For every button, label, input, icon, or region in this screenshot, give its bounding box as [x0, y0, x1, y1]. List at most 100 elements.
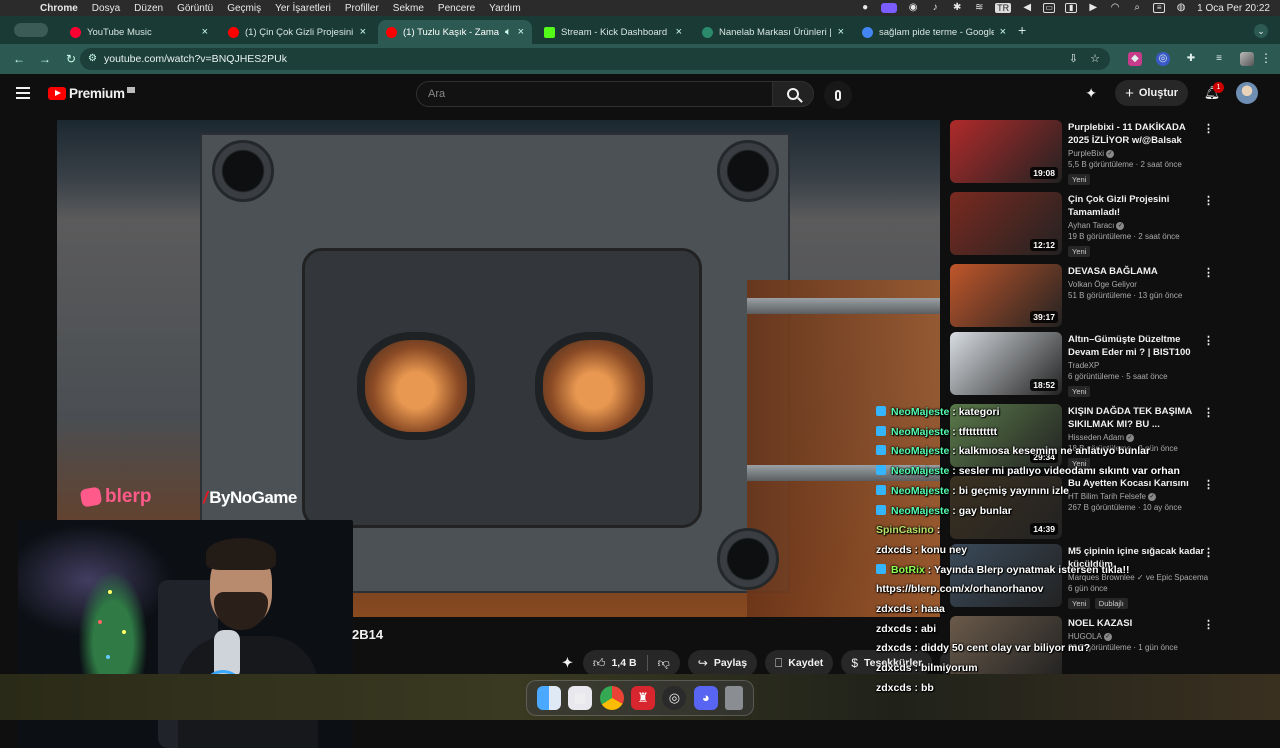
tab-group-toggle[interactable]	[14, 23, 48, 37]
new-tab-button[interactable]: +	[1018, 22, 1026, 38]
gemini-icon[interactable]: ✦	[1081, 85, 1101, 102]
menu-file[interactable]: Dosya	[92, 3, 120, 14]
playback-icon[interactable]: ▶	[1087, 3, 1099, 13]
menu-app-name[interactable]: Chrome	[40, 3, 78, 14]
extensions-puzzle-icon[interactable]: ✚	[1184, 52, 1198, 66]
chat-text: :	[936, 524, 941, 537]
search-button[interactable]	[772, 81, 814, 107]
recommended-video[interactable]: 18:52 Altın–Gümüşte Düzeltme Devam Eder m…	[950, 332, 1230, 398]
video-title[interactable]: DEVASA BAĞLAMA	[1068, 265, 1208, 278]
volume-icon[interactable]: ◀	[1021, 3, 1033, 13]
video-thumbnail[interactable]: 19:08	[950, 120, 1062, 183]
launchpad-icon[interactable]: ▦	[568, 686, 593, 710]
chrome-icon[interactable]	[599, 686, 624, 710]
close-tab-icon[interactable]: ×	[676, 26, 682, 38]
like-count[interactable]: 1,4 B	[611, 657, 636, 669]
more-options-icon[interactable]: ⋮	[1203, 266, 1214, 279]
music-icon[interactable]: ♪	[929, 3, 941, 13]
hamburger-menu-icon[interactable]	[16, 87, 30, 99]
channel-name[interactable]: PurpleBixi	[1068, 149, 1104, 158]
like-icon[interactable]: 👍︎	[593, 656, 606, 671]
speaker-icon[interactable]: 🔈︎	[505, 26, 512, 39]
recommended-video[interactable]: 39:17 DEVASA BAĞLAMA Volkan Öge Geliyor 51 …	[950, 264, 1230, 330]
clock[interactable]: 1 Oca Per 20:22	[1197, 3, 1270, 14]
trash-icon[interactable]	[725, 686, 744, 710]
chat-message: NeoMajeste : kategori	[876, 406, 1000, 418]
share-button[interactable]: ↪ Paylaş	[687, 650, 758, 676]
record-dot-icon[interactable]: ●	[859, 3, 871, 13]
kick-badge-icon	[876, 504, 886, 515]
bookmark-star-icon[interactable]: ☆	[1090, 52, 1100, 65]
video-thumbnail[interactable]: 18:52	[950, 332, 1062, 395]
status-icon[interactable]: ◉	[907, 3, 919, 13]
display-icon[interactable]: ▭	[1043, 3, 1056, 13]
control-center-icon[interactable]: ≡	[1153, 3, 1166, 13]
menu-profiles[interactable]: Profiller	[345, 3, 379, 14]
obs-icon[interactable]: ◎	[662, 686, 687, 710]
channel-name[interactable]: Volkan Öge Geliyor	[1068, 280, 1137, 289]
channel-name[interactable]: Ayhan Taracı	[1068, 221, 1114, 230]
account-avatar[interactable]	[1236, 82, 1258, 104]
close-tab-icon[interactable]: ×	[518, 26, 524, 38]
close-tab-icon[interactable]: ×	[360, 26, 366, 38]
video-title[interactable]: Çin Çok Gizli Projesini Tamamladı!	[1068, 193, 1208, 219]
profile-avatar[interactable]	[1240, 52, 1254, 66]
recommended-video[interactable]: 12:12 Çin Çok Gizli Projesini Tamamladı! A…	[950, 192, 1230, 258]
recommended-video[interactable]: 19:08 Purplebixi - 11 DAKİKADA 2025 İZLİY…	[950, 120, 1230, 186]
back-icon[interactable]: ←	[12, 52, 26, 66]
more-options-icon[interactable]: ⋮	[1203, 194, 1214, 207]
save-button[interactable]: ⎕ Kaydet	[765, 650, 834, 676]
tab-kick-dashboard[interactable]: Stream - Kick Dashboard ×	[536, 20, 690, 44]
extension-icon[interactable]: ◎	[1156, 52, 1170, 66]
waveform-icon[interactable]: ≋	[973, 3, 985, 13]
video-title[interactable]: Purplebixi - 11 DAKİKADA 2025 İZLİYOR w/…	[1068, 121, 1208, 147]
video-thumbnail[interactable]: 12:12	[950, 192, 1062, 255]
voice-search-button[interactable]	[824, 81, 852, 109]
address-bar[interactable]: ⚙ youtube.com/watch?v=BNQJHES2PUk ⇩ ☆	[80, 48, 1110, 70]
menu-bookmarks[interactable]: Yer İşaretleri	[275, 3, 331, 14]
ask-gemini-icon[interactable]: ✦	[560, 650, 575, 676]
menu-edit[interactable]: Düzen	[134, 3, 163, 14]
extension-icon[interactable]: ◆	[1128, 52, 1142, 66]
tab-youtube-music[interactable]: YouTube Music ×	[62, 20, 216, 44]
site-info-icon[interactable]: ⚙	[88, 53, 97, 64]
battery-icon[interactable]: ▮	[1065, 3, 1078, 13]
screen-record-icon[interactable]	[881, 3, 898, 13]
search-input[interactable]: Ara	[416, 81, 772, 107]
finder-icon[interactable]	[536, 686, 561, 710]
keyboard-layout[interactable]: TR	[995, 3, 1012, 13]
reload-icon[interactable]: ↻	[64, 52, 78, 66]
wifi-icon[interactable]: ◠	[1109, 3, 1121, 13]
menu-view[interactable]: Görüntü	[177, 3, 213, 14]
notifications-button[interactable]: 🔔︎ 1	[1202, 82, 1224, 101]
tab-google-search[interactable]: sağlam pide terme - Google'da... ×	[854, 20, 1014, 44]
tab-nanelab[interactable]: Nanelab Markası Ürünleri | R... ×	[694, 20, 852, 44]
create-button[interactable]: + Oluştur	[1115, 80, 1188, 106]
youtube-logo[interactable]: Premium	[48, 86, 135, 101]
more-options-icon[interactable]: ⋮	[1203, 122, 1214, 135]
siri-icon[interactable]: ◍	[1175, 3, 1187, 13]
tab-cin-proje[interactable]: (1) Çin Çok Gizli Projesini Tam... ×	[220, 20, 374, 44]
menu-history[interactable]: Geçmiş	[227, 3, 261, 14]
more-options-icon[interactable]: ⋮	[1203, 334, 1214, 347]
close-tab-icon[interactable]: ×	[1000, 26, 1006, 38]
video-title[interactable]: Altın–Gümüşte Düzeltme Devam Eder mi ? |…	[1068, 333, 1208, 359]
menu-help[interactable]: Yardım	[489, 3, 521, 14]
close-tab-icon[interactable]: ×	[838, 26, 844, 38]
media-control-icon[interactable]: ≡	[1212, 52, 1226, 66]
channel-name[interactable]: TradeXP	[1068, 361, 1099, 370]
menu-tab[interactable]: Sekme	[393, 3, 424, 14]
tab-search-icon[interactable]: ⌄	[1254, 24, 1268, 38]
chrome-menu-icon[interactable]: ⋮	[1260, 51, 1272, 65]
close-tab-icon[interactable]: ×	[202, 26, 208, 38]
discord-icon[interactable]: ◕	[693, 686, 718, 710]
menu-window[interactable]: Pencere	[438, 3, 475, 14]
install-app-icon[interactable]: ⇩	[1069, 52, 1078, 65]
video-thumbnail[interactable]: 39:17	[950, 264, 1062, 327]
app-red-icon[interactable]: ♜	[630, 686, 655, 710]
tab-tuzlu-kasik[interactable]: (1) Tuzlu Kaşık - Zamazing 🔈︎ ×	[378, 20, 532, 44]
forward-icon[interactable]: →	[38, 52, 52, 66]
bluetooth-icon[interactable]: ✱	[951, 3, 963, 13]
dislike-icon[interactable]: 👎︎	[658, 656, 670, 671]
spotlight-icon[interactable]: ⌕	[1131, 3, 1143, 13]
